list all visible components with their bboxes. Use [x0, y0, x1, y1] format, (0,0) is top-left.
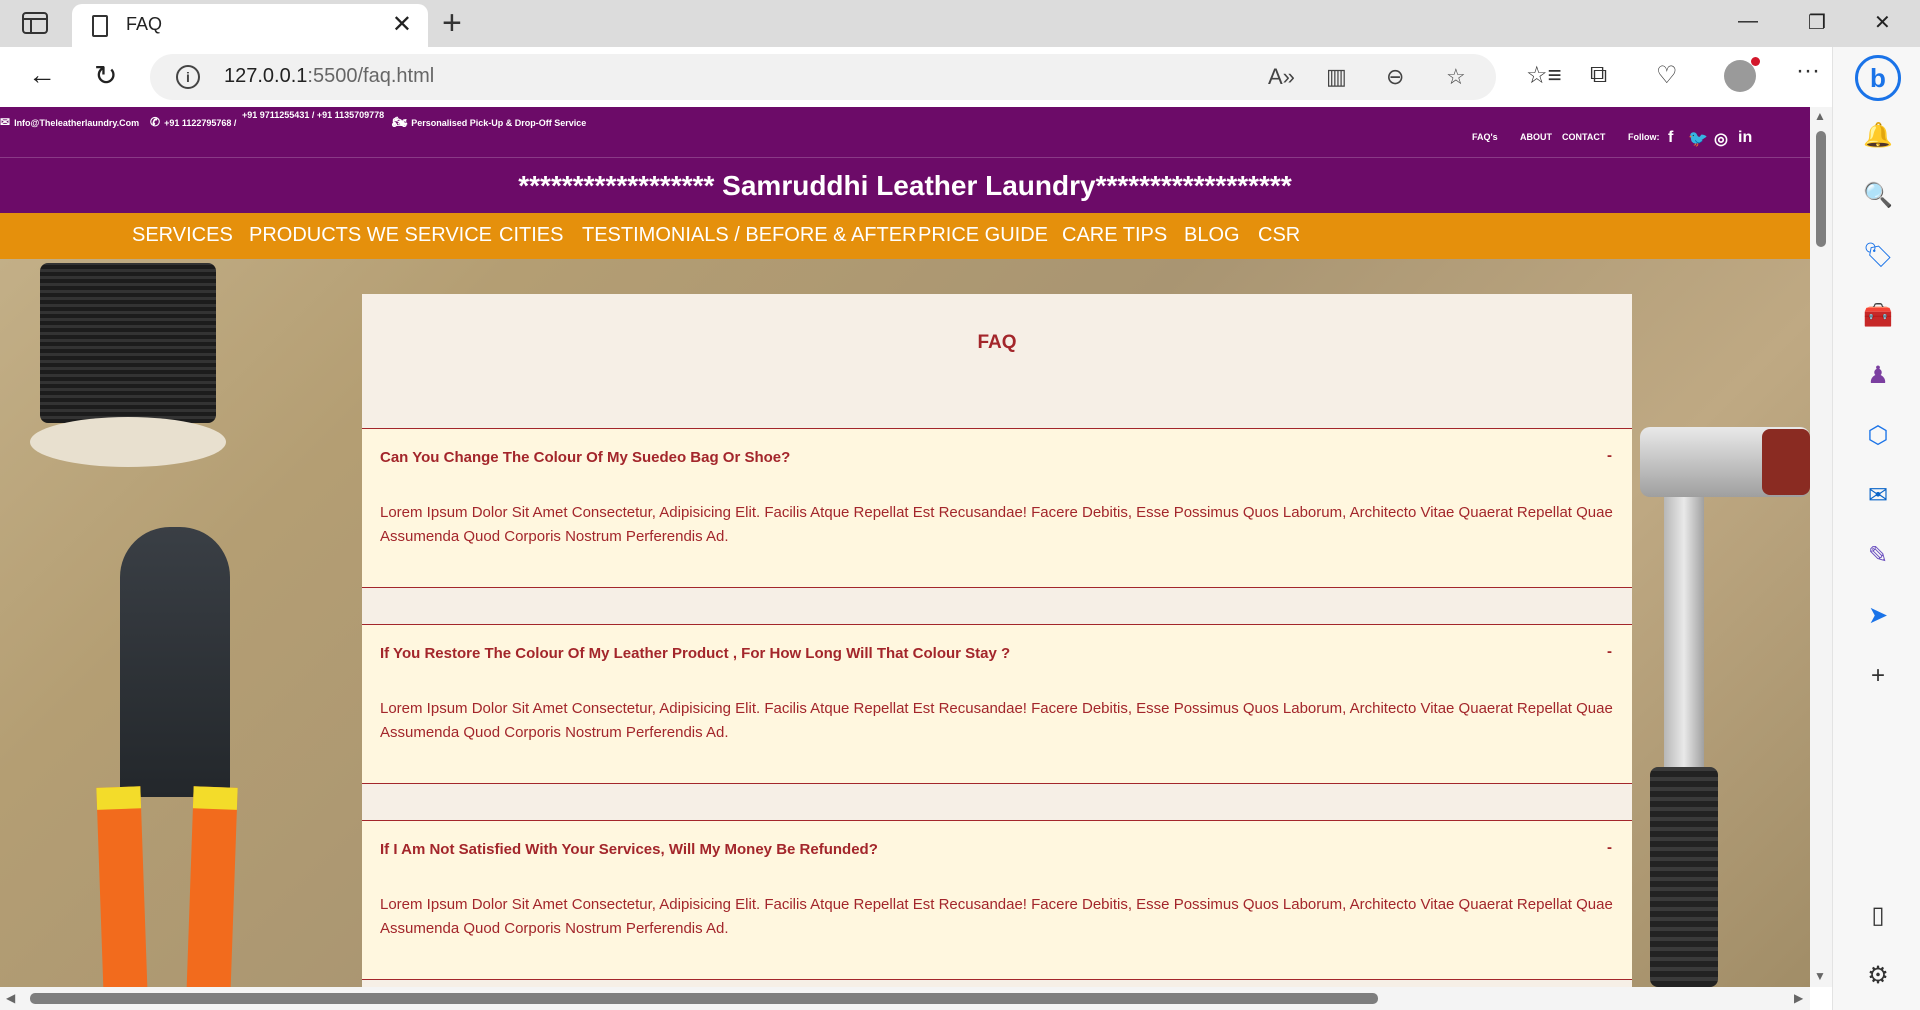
- browser-tab[interactable]: FAQ ✕: [72, 4, 428, 47]
- faq-item[interactable]: If I Am Not Satisfied With Your Services…: [362, 820, 1632, 980]
- tools-icon[interactable]: 🧰: [1863, 301, 1893, 331]
- site-info-icon[interactable]: i: [176, 65, 200, 89]
- contact-phone-2[interactable]: +91 9711255431 / +91 1135709778: [242, 110, 384, 120]
- faq-question[interactable]: If I Am Not Satisfied With Your Services…: [380, 841, 878, 858]
- outlook-icon[interactable]: ✉: [1863, 481, 1893, 511]
- nav-testimonials[interactable]: TESTIMONIALS / BEFORE & AFTER: [582, 224, 917, 247]
- header-link-contact[interactable]: CONTACT: [1562, 132, 1605, 142]
- faq-toggle[interactable]: -: [1607, 839, 1612, 856]
- nav-blog[interactable]: BLOG: [1184, 224, 1240, 247]
- browser-tab-bar: FAQ ✕ + — ❐ ✕: [0, 0, 1920, 47]
- nav-cities[interactable]: CITIES: [499, 224, 563, 247]
- faq-answer: Lorem Ipsum Dolor Sit Amet Consectetur, …: [380, 700, 1613, 741]
- nav-products[interactable]: PRODUCTS WE SERVICE: [249, 224, 492, 247]
- contact-email[interactable]: ✉ Info@Theleatherlaundry.Com: [0, 115, 139, 129]
- site-title-bar: ****************** Samruddhi Leather Lau…: [0, 157, 1810, 213]
- site-top-bar: ✉ Info@Theleatherlaundry.Com ✆ +91 1122795…: [0, 107, 1810, 157]
- instagram-icon[interactable]: ◎: [1714, 129, 1728, 149]
- designer-icon[interactable]: ✎: [1863, 541, 1893, 571]
- office-icon[interactable]: ⬡: [1863, 421, 1893, 451]
- favorite-star-icon[interactable]: ☆: [1446, 64, 1466, 90]
- faq-heading: FAQ: [977, 332, 1017, 353]
- mail-icon: ✉: [0, 115, 11, 129]
- url-text[interactable]: 127.0.0.1:5500/faq.html: [224, 65, 434, 88]
- vertical-scrollbar[interactable]: ▲ ▼: [1810, 107, 1832, 987]
- facebook-icon[interactable]: f: [1668, 129, 1673, 147]
- background-spool-image: [40, 263, 216, 423]
- phone-icon: ✆: [150, 115, 161, 129]
- vertical-scroll-thumb[interactable]: [1816, 131, 1826, 247]
- faq-toggle[interactable]: -: [1607, 643, 1612, 660]
- faq-question[interactable]: Can You Change The Colour Of My Suedeo B…: [380, 449, 790, 466]
- header-link-faqs[interactable]: FAQ's: [1472, 132, 1498, 142]
- favorites-icon[interactable]: ☆≡: [1526, 61, 1562, 90]
- immersive-reader-icon[interactable]: ▥: [1326, 64, 1347, 90]
- browser-sidebar: b 🔔 🔍 🏷 🧰 ♟ ⬡ ✉ ✎ ➤ + ▯ ⚙: [1832, 47, 1920, 1010]
- browser-essentials-icon[interactable]: ♡: [1656, 61, 1678, 90]
- site-title: ****************** Samruddhi Leather Lau…: [518, 170, 1292, 201]
- search-icon[interactable]: 🔍: [1863, 181, 1893, 211]
- faq-panel: FAQ Can You Change The Colour Of My Sued…: [362, 294, 1632, 987]
- horizontal-scrollbar[interactable]: ◀ ▶: [0, 987, 1810, 1010]
- faq-answer: Lorem Ipsum Dolor Sit Amet Consectetur, …: [380, 504, 1613, 545]
- minimize-icon[interactable]: —: [1738, 10, 1758, 33]
- main-navigation: SERVICES PRODUCTS WE SERVICE CITIES TEST…: [0, 213, 1810, 259]
- sidebar-toggle-icon[interactable]: ▯: [1863, 901, 1893, 931]
- faq-question[interactable]: If You Restore The Colour Of My Leather …: [380, 645, 1010, 662]
- nav-price-guide[interactable]: PRICE GUIDE: [918, 224, 1048, 247]
- page-icon: [92, 15, 108, 37]
- tab-title: FAQ: [126, 14, 163, 34]
- header-link-about[interactable]: ABOUT: [1520, 132, 1552, 142]
- close-tab-icon[interactable]: ✕: [392, 10, 412, 39]
- more-options-icon[interactable]: ···: [1796, 57, 1820, 85]
- scroll-right-icon[interactable]: ▶: [1794, 991, 1803, 1005]
- restore-icon[interactable]: ❐: [1808, 10, 1826, 35]
- send-icon[interactable]: ➤: [1863, 601, 1893, 631]
- notification-bell-icon[interactable]: 🔔: [1863, 121, 1893, 151]
- background-plier-handle-right: [186, 786, 238, 987]
- zoom-out-icon[interactable]: ⊖: [1386, 64, 1404, 90]
- page-viewport: ✉ Info@Theleatherlaundry.Com ✆ +91 1122795…: [0, 107, 1810, 987]
- background-hammer-grip: [1650, 767, 1718, 987]
- new-tab-icon[interactable]: +: [442, 4, 462, 43]
- twitter-icon[interactable]: 🐦: [1688, 129, 1708, 149]
- profile-avatar[interactable]: [1724, 57, 1760, 92]
- tab-actions-icon[interactable]: [22, 12, 48, 34]
- nav-services[interactable]: SERVICES: [132, 224, 233, 247]
- shopping-tag-icon[interactable]: 🏷: [1863, 241, 1893, 271]
- background-spool-base: [30, 417, 226, 467]
- read-aloud-icon[interactable]: A»: [1268, 64, 1295, 90]
- refresh-icon[interactable]: ↻: [94, 59, 117, 92]
- nav-care-tips[interactable]: CARE TIPS: [1062, 224, 1167, 247]
- faq-item[interactable]: If You Restore The Colour Of My Leather …: [362, 624, 1632, 784]
- add-sidebar-icon[interactable]: +: [1863, 661, 1893, 691]
- follow-label: Follow:: [1628, 132, 1660, 142]
- close-window-icon[interactable]: ✕: [1874, 10, 1891, 35]
- scroll-left-icon[interactable]: ◀: [6, 991, 15, 1005]
- background-pliers-image: [120, 527, 230, 797]
- games-icon[interactable]: ♟: [1863, 361, 1893, 391]
- pickup-service: 🏍 Personalised Pick-Up & Drop-Off Service: [392, 115, 587, 129]
- back-icon[interactable]: ←: [28, 59, 56, 91]
- linkedin-icon[interactable]: in: [1738, 129, 1752, 147]
- bing-icon[interactable]: b: [1855, 55, 1901, 101]
- address-bar-row: ← ↻ i 127.0.0.1:5500/faq.html A» ▥ ⊖ ☆ ☆…: [0, 47, 1920, 107]
- scroll-down-icon[interactable]: ▼: [1814, 969, 1826, 983]
- horizontal-scroll-thumb[interactable]: [30, 993, 1378, 1004]
- background-plier-handle-left: [96, 786, 148, 987]
- address-bar[interactable]: i 127.0.0.1:5500/faq.html A» ▥ ⊖ ☆: [150, 54, 1496, 100]
- faq-answer: Lorem Ipsum Dolor Sit Amet Consectetur, …: [380, 896, 1613, 937]
- nav-csr[interactable]: CSR: [1258, 224, 1300, 247]
- faq-item[interactable]: Can You Change The Colour Of My Suedeo B…: [362, 428, 1632, 588]
- scroll-up-icon[interactable]: ▲: [1814, 109, 1826, 123]
- background-hammer-tip: [1762, 429, 1810, 495]
- motorbike-icon: 🏍: [392, 115, 408, 129]
- faq-toggle[interactable]: -: [1607, 447, 1612, 464]
- collections-icon[interactable]: ⧉: [1590, 61, 1607, 89]
- contact-phone-1[interactable]: ✆ +91 1122795768 /: [150, 115, 236, 129]
- settings-gear-icon[interactable]: ⚙: [1863, 961, 1893, 991]
